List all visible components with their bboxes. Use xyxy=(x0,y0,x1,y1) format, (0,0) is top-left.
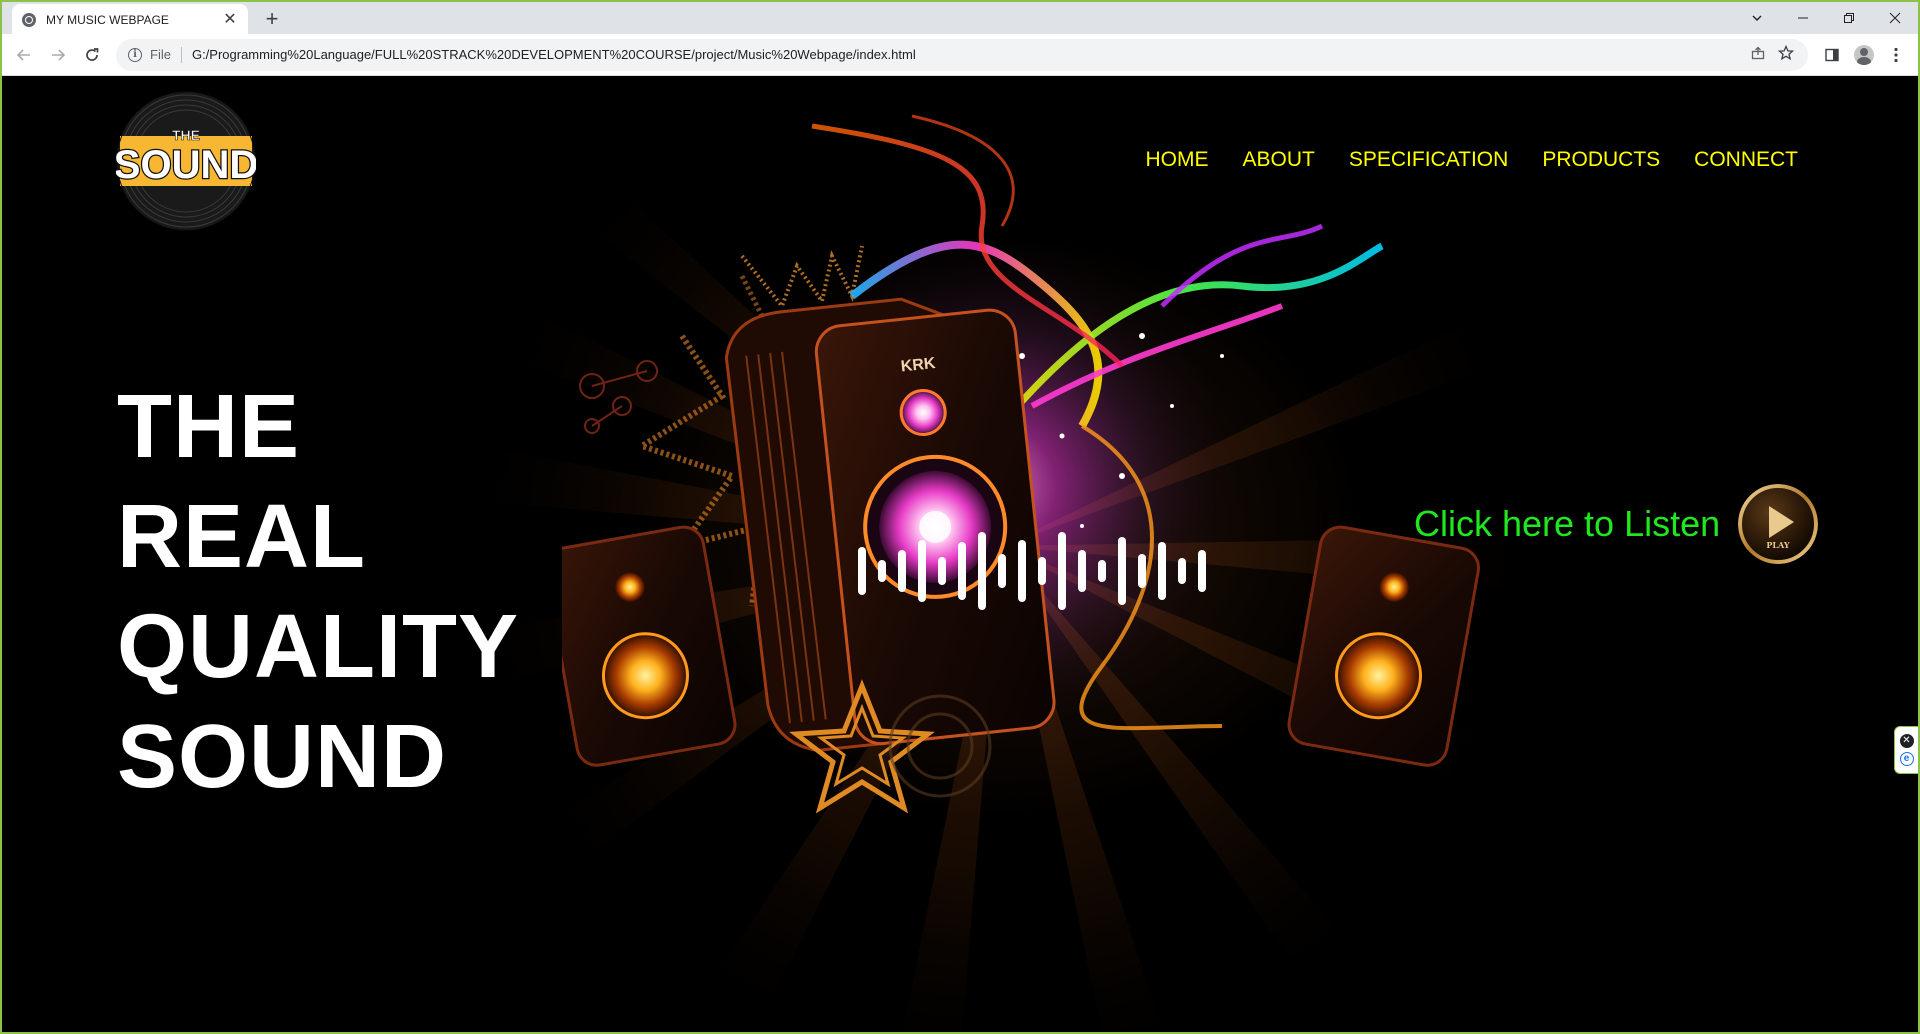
share-icon[interactable] xyxy=(1744,46,1772,64)
minimize-button[interactable] xyxy=(1780,2,1826,34)
tab-close-icon[interactable]: ✕ xyxy=(222,12,238,28)
browser-toolbar: i File G:/Programming%20Language/FULL%20… xyxy=(2,34,1918,76)
close-icon[interactable]: ✕ xyxy=(1899,734,1914,748)
browser-window: MY MUSIC WEBPAGE ✕ + i File G:/Programmi… xyxy=(0,0,1920,1034)
hero-line: SOUND xyxy=(117,707,448,807)
play-button[interactable]: PLAY xyxy=(1738,484,1819,564)
divider xyxy=(180,46,182,63)
info-icon[interactable]: i xyxy=(128,47,142,62)
tab-search-icon[interactable] xyxy=(1734,2,1780,34)
scheme-label: File xyxy=(150,47,171,62)
hero-line: QUALITY xyxy=(117,597,519,697)
browser-tab[interactable]: MY MUSIC WEBPAGE ✕ xyxy=(12,4,248,36)
new-tab-button[interactable]: + xyxy=(260,8,284,32)
hero-line: THE xyxy=(117,377,300,477)
address-bar[interactable]: i File G:/Programming%20Language/FULL%20… xyxy=(116,38,1808,71)
extension-e-icon[interactable]: e xyxy=(1899,752,1914,766)
kebab-menu-icon[interactable] xyxy=(1880,39,1912,71)
logo-top-text: THE xyxy=(172,127,200,143)
close-window-button[interactable] xyxy=(1872,2,1918,34)
reload-icon[interactable] xyxy=(76,39,108,71)
back-arrow-icon[interactable] xyxy=(8,39,40,71)
restore-button[interactable] xyxy=(1826,2,1872,34)
url-text[interactable]: G:/Programming%20Language/FULL%20STRACK%… xyxy=(192,47,1744,62)
hero-line: REAL xyxy=(117,487,366,587)
webpage: THE SOUND HOME ABOUT SPECIFICATION PRODU… xyxy=(2,76,1918,1032)
logo-main-text: SOUND xyxy=(116,143,256,187)
play-label: PLAY xyxy=(1767,540,1790,550)
extension-side-widget[interactable]: ✕ e xyxy=(1894,726,1918,774)
nav-connect[interactable]: CONNECT xyxy=(1694,148,1798,172)
nav-products[interactable]: PRODUCTS xyxy=(1542,148,1660,172)
tab-strip: MY MUSIC WEBPAGE ✕ + xyxy=(2,0,1918,36)
forward-arrow-icon[interactable] xyxy=(42,39,74,71)
listen-link[interactable]: Click here to Listen xyxy=(1414,503,1720,545)
listen-cta: Click here to Listen PLAY xyxy=(1414,484,1819,564)
side-panel-icon[interactable] xyxy=(1816,39,1848,71)
window-controls xyxy=(1734,2,1918,34)
profile-icon[interactable] xyxy=(1848,39,1880,71)
globe-icon xyxy=(22,13,36,27)
hero-headline: THE REAL QUALITY SOUND xyxy=(117,372,519,812)
star-icon[interactable] xyxy=(1772,44,1800,65)
tab-title: MY MUSIC WEBPAGE xyxy=(46,13,169,27)
site-logo[interactable]: THE SOUND xyxy=(116,91,256,231)
speaker-artwork: KRK xyxy=(562,114,1480,814)
avatar xyxy=(1854,44,1874,65)
